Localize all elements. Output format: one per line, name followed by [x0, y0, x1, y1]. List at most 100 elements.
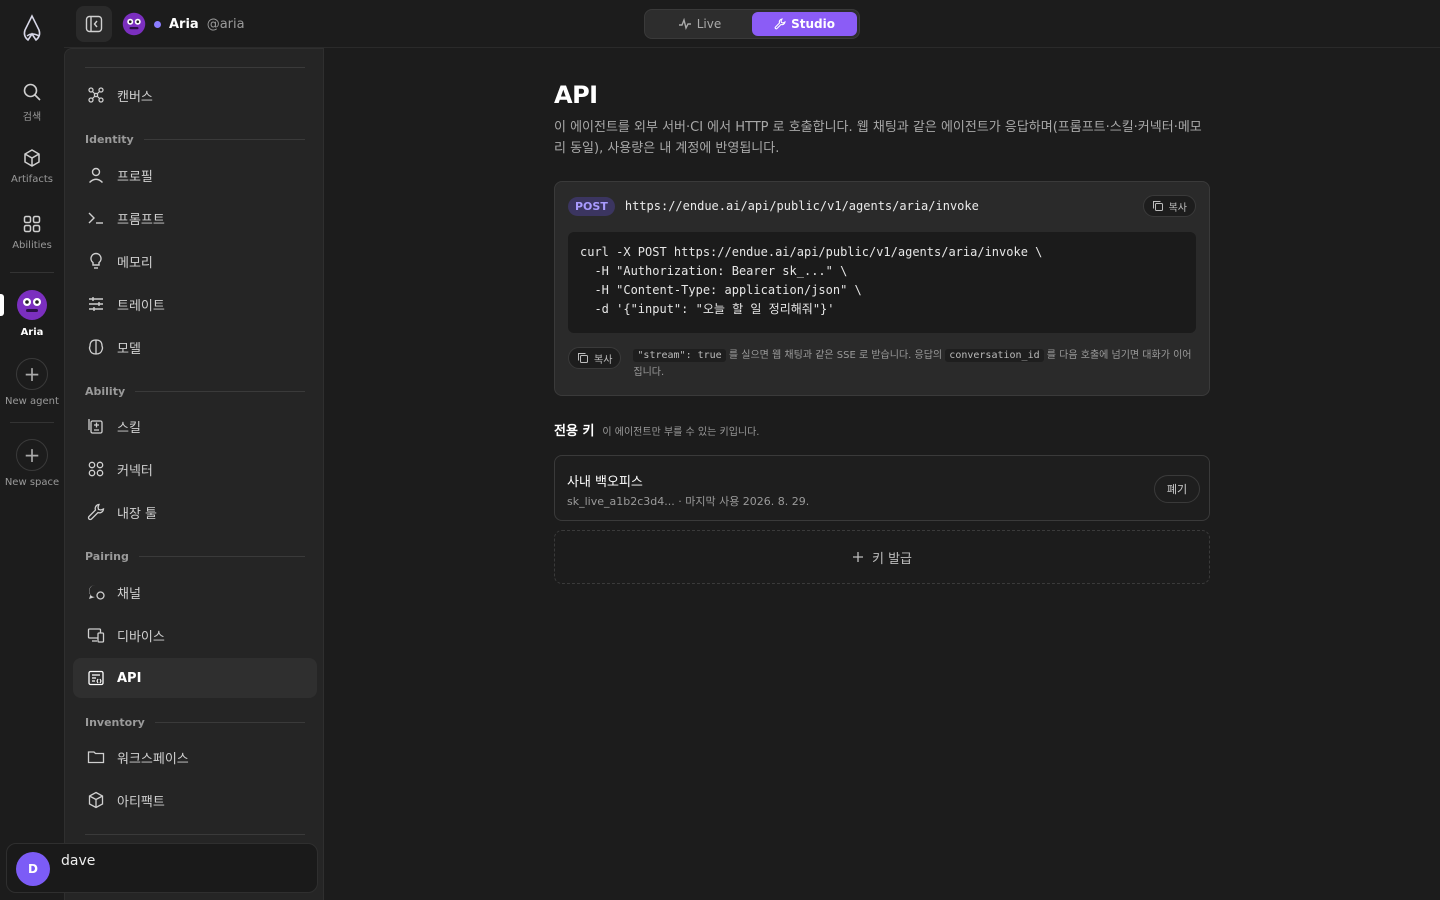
skill-icon [88, 419, 103, 434]
page-description: 이 에이전트를 외부 서버·CI 에서 HTTP 로 호출합니다. 웹 채팅과 … [554, 120, 1202, 156]
rail-divider [10, 422, 54, 423]
section-ability: Ability [85, 385, 305, 398]
sidebar-item-label: API [117, 670, 142, 686]
rail-abilities[interactable]: Abilities [0, 214, 64, 251]
plus-icon: + [16, 358, 48, 390]
sliders-icon [89, 297, 103, 311]
mode-live-button[interactable]: Live [647, 12, 752, 36]
section-label: Ability [85, 385, 126, 398]
copy-url-button[interactable]: 복사 [1142, 195, 1196, 217]
keys-subtitle: 이 에이전트만 부를 수 있는 키입니다. [602, 427, 760, 438]
sidebar-item-model[interactable]: 모델 [73, 327, 317, 367]
brain-icon [88, 339, 104, 355]
sidebar-item-artifacts[interactable]: 아티팩트 [73, 780, 317, 820]
cube-icon [24, 149, 40, 167]
page-title: API [554, 81, 598, 109]
user-account-card[interactable]: D dave [6, 843, 318, 893]
note-text: 를 실으면 웹 채팅과 같은 SSE 로 받습니다. 응답의 [725, 350, 946, 361]
user-icon [89, 167, 103, 184]
new-agent-label: New agent [5, 396, 59, 407]
sidebar-item-label: 프롬프트 [117, 212, 165, 228]
user-avatar: D [16, 852, 50, 886]
curl-example: curl -X POST https://endue.ai/api/public… [568, 232, 1196, 333]
sidebar-toggle-button[interactable] [76, 6, 112, 42]
code-snippet: conversation_id [945, 349, 1044, 362]
rail-agent-label: Aria [20, 327, 44, 338]
api-page: API 이 에이전트를 외부 서버·CI 에서 HTTP 로 호출합니다. 웹 … [554, 48, 1210, 584]
code-snippet: "stream": true [633, 349, 726, 362]
app-logo[interactable] [0, 14, 64, 44]
sidebar-item-devices[interactable]: 디바이스 [73, 615, 317, 655]
rail-search-label: 검색 [22, 112, 42, 123]
logo-icon [23, 14, 41, 42]
rail-divider [10, 272, 54, 273]
sidebar-item-label: 채널 [117, 586, 141, 602]
sidebar-item-channels[interactable]: 채널 [73, 572, 317, 612]
sidebar-item-api[interactable]: API [73, 658, 317, 698]
wrench-icon [87, 503, 105, 521]
mode-toggle: Live Studio [644, 9, 860, 39]
sidebar-item-workspace[interactable]: 워크스페이스 [73, 737, 317, 777]
canvas-icon [88, 87, 104, 103]
api-key-item: 사내 백오피스 sk_live_a1b2c3d4... · 마지막 사용 202… [554, 455, 1210, 521]
terminal-icon [88, 212, 103, 224]
top-bar: Aria @aria Live Studio [64, 0, 1440, 48]
agent-avatar [17, 290, 47, 320]
sidebar-item-label: 아티팩트 [117, 794, 165, 810]
sidebar-item-builtin-tools[interactable]: 내장 툴 [73, 492, 317, 532]
section-label: Pairing [85, 550, 129, 563]
sidebar-item-label: 캔버스 [117, 89, 153, 105]
sidebar-item-traits[interactable]: 트레이트 [73, 284, 317, 324]
section-identity: Identity [85, 133, 305, 146]
lightbulb-icon [90, 252, 102, 269]
mode-live-label: Live [696, 17, 722, 31]
rail-artifacts[interactable]: Artifacts [0, 148, 64, 185]
keys-header: 전용 키 이 에이전트만 부를 수 있는 키입니다. [554, 420, 1210, 439]
new-agent-button[interactable]: + New agent [0, 358, 64, 407]
section-label: Identity [85, 133, 134, 146]
api-icon [88, 670, 104, 686]
sidebar-item-label: 메모리 [117, 255, 153, 271]
sidebar-item-canvas[interactable]: 캔버스 [73, 75, 317, 115]
chat-icon [89, 585, 105, 600]
issue-key-button[interactable]: 키 발급 [554, 530, 1210, 584]
agent-handle: @aria [206, 16, 245, 32]
copy-icon [578, 353, 588, 363]
revoke-key-button[interactable]: 폐기 [1154, 475, 1200, 503]
cube-icon [88, 791, 104, 809]
sidebar-item-prompt[interactable]: 프롬프트 [73, 198, 317, 238]
sidebar-item-profile[interactable]: 프로필 [73, 155, 317, 195]
http-method-badge: POST [568, 196, 615, 216]
mode-studio-label: Studio [791, 17, 835, 31]
sidebar-item-memory[interactable]: 메모리 [73, 241, 317, 281]
agent-avatar [122, 12, 146, 36]
section-inventory: Inventory [85, 716, 305, 729]
copy-icon [1152, 201, 1163, 211]
sidebar-item-label: 스킬 [117, 420, 141, 436]
mode-studio-button[interactable]: Studio [752, 12, 857, 36]
grid-icon [88, 461, 104, 477]
sidebar-item-skills[interactable]: 스킬 [73, 406, 317, 446]
sidebar-item-connectors[interactable]: 커넥터 [73, 449, 317, 489]
sidebar-item-label: 내장 툴 [117, 506, 158, 522]
endpoint-url: https://endue.ai/api/public/v1/agents/ar… [624, 199, 979, 213]
section-pairing: Pairing [85, 550, 305, 563]
rail-abilities-label: Abilities [12, 240, 52, 251]
sidebar-divider [85, 67, 305, 68]
devices-icon [87, 628, 105, 643]
rail-search[interactable]: 검색 [0, 82, 64, 123]
copy-code-button[interactable]: 복사 [568, 347, 622, 369]
wrench-icon [774, 18, 786, 30]
stream-note: "stream": true 를 실으면 웹 채팅과 같은 SSE 로 받습니다… [633, 347, 1196, 381]
section-label: Inventory [85, 716, 145, 729]
agent-identity[interactable]: Aria @aria [122, 10, 245, 38]
sidebar-item-label: 커넥터 [117, 463, 153, 479]
plus-icon: + [16, 439, 48, 471]
new-space-button[interactable]: + New space [0, 439, 64, 488]
sidebar-item-label: 모델 [117, 341, 141, 357]
key-meta: sk_live_a1b2c3d4... · 마지막 사용 2026. 8. 29… [567, 495, 810, 508]
user-name: dave [61, 853, 96, 869]
plus-icon [852, 552, 863, 562]
rail-agent-aria[interactable]: Aria [0, 289, 64, 338]
copy-label: 복사 [594, 354, 613, 366]
